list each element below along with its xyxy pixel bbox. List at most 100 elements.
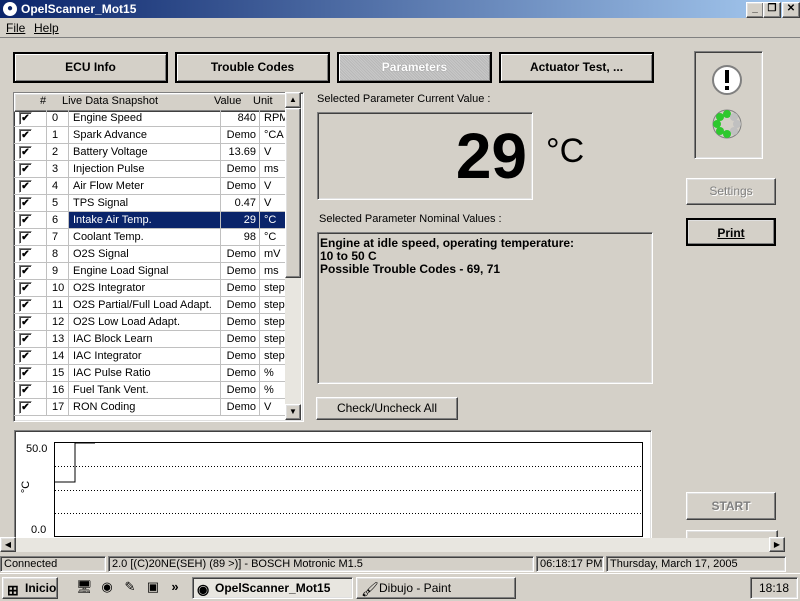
row-checkbox[interactable]: ✔ <box>19 282 32 295</box>
title-bar: ● OpelScanner_Mot15 _ ❐ ✕ <box>0 0 800 18</box>
row-number: 2 <box>47 144 69 160</box>
browser-icon[interactable]: ◉ <box>99 579 115 595</box>
table-scrollbar[interactable]: ▲ ▼ <box>285 92 301 420</box>
menu-file[interactable]: File <box>6 21 25 35</box>
table-row[interactable]: ✔ 14IAC IntegratorDemosteps <box>14 348 286 365</box>
table-row[interactable]: ✔ 0Engine Speed840RPM <box>14 110 286 127</box>
table-row[interactable]: ✔ 16 Fuel Tank Vent. Demo% <box>14 382 286 399</box>
table-row[interactable]: ✔ 6 Intake Air Temp. 29 °C <box>14 212 286 229</box>
table-row[interactable]: ✔ 17 RON Coding Demo V <box>14 399 286 416</box>
row-name[interactable]: Fuel Tank Vent. <box>69 382 221 398</box>
row-unit: °C <box>260 229 286 245</box>
row-checkbox[interactable]: ✔ <box>19 401 32 414</box>
table-row[interactable]: ✔ 15 IAC Pulse Ratio Demo% <box>14 365 286 382</box>
row-name[interactable]: Coolant Temp. <box>69 229 221 245</box>
row-checkbox[interactable]: ✔ <box>19 197 32 210</box>
table-row[interactable]: ✔ 8 O2S Signal Demo mV <box>14 246 286 263</box>
header-unit[interactable]: Unit <box>250 94 287 109</box>
app-icon[interactable]: ▣ <box>145 579 161 595</box>
app-icon: ◉ <box>197 581 210 597</box>
row-checkbox[interactable]: ✔ <box>19 384 32 397</box>
row-checkbox[interactable]: ✔ <box>19 367 32 380</box>
table-row[interactable]: ✔ 3 Injection Pulse Demo ms <box>14 161 286 178</box>
row-name[interactable]: RON Coding <box>69 399 221 415</box>
row-checkbox[interactable]: ✔ <box>19 146 32 159</box>
header-name[interactable]: Live Data Snapshot <box>59 94 211 109</box>
minimize-button[interactable]: _ <box>746 2 764 18</box>
row-checkbox[interactable]: ✔ <box>19 299 32 312</box>
table-row[interactable]: ✔ 11O2S Partial/Full Load Adapt.Demosteps <box>14 297 286 314</box>
scroll-down-button[interactable]: ▼ <box>285 404 301 420</box>
start-menu-button[interactable]: ⊞ Inicio <box>2 577 58 599</box>
status-ecu: 2.0 [(C)20NE(SEH) (89 >)] - BOSCH Motron… <box>108 556 534 572</box>
row-name[interactable]: IAC Integrator <box>69 348 221 364</box>
scroll-thumb[interactable] <box>285 108 301 278</box>
table-row[interactable]: ✔ 2 Battery Voltage 13.69 V <box>14 144 286 161</box>
row-checkbox[interactable]: ✔ <box>19 316 32 329</box>
task-paint[interactable]: 🖌 Dibujo - Paint <box>356 577 516 599</box>
scroll-left-button[interactable]: ◀ <box>0 537 16 552</box>
row-name[interactable]: Spark Advance <box>69 127 221 143</box>
row-name[interactable]: O2S Partial/Full Load Adapt. <box>69 297 221 313</box>
row-name[interactable]: O2S Low Load Adapt. <box>69 314 221 330</box>
horizontal-scrollbar[interactable]: ◀ ▶ <box>0 537 785 552</box>
row-name[interactable]: Air Flow Meter <box>69 178 221 194</box>
row-name[interactable]: TPS Signal <box>69 195 221 211</box>
row-name[interactable]: O2S Integrator <box>69 280 221 296</box>
header-value[interactable]: Value <box>211 94 250 109</box>
table-row[interactable]: ✔ 4 Air Flow Meter Demo V <box>14 178 286 195</box>
tab-trouble-codes[interactable]: Trouble Codes <box>175 52 330 83</box>
header-num[interactable]: # <box>37 94 59 109</box>
row-name[interactable]: Engine Speed <box>69 110 221 126</box>
row-checkbox[interactable]: ✔ <box>19 180 32 193</box>
row-name[interactable]: IAC Block Learn <box>69 331 221 347</box>
row-checkbox[interactable]: ✔ <box>19 350 32 363</box>
table-row[interactable]: ✔ 9 Engine Load Signal Demo ms <box>14 263 286 280</box>
more-icon[interactable]: » <box>167 579 183 595</box>
nominal-line: Possible Trouble Codes - 69, 71 <box>320 262 501 276</box>
row-checkbox[interactable]: ✔ <box>19 214 32 227</box>
row-name[interactable]: Intake Air Temp. <box>69 212 221 228</box>
table-row[interactable]: ✔ 10O2S IntegratorDemosteps <box>14 280 286 297</box>
restore-button[interactable]: ❐ <box>763 2 781 18</box>
scroll-right-button[interactable]: ▶ <box>769 537 785 552</box>
row-number: 4 <box>47 178 69 194</box>
row-number: 3 <box>47 161 69 177</box>
tab-actuator-test[interactable]: Actuator Test, ... <box>499 52 654 83</box>
settings-button[interactable]: Settings <box>686 178 776 205</box>
paint-icon: 🖌 <box>361 581 379 597</box>
close-button[interactable]: ✕ <box>782 2 800 18</box>
tab-ecu-info[interactable]: ECU Info <box>13 52 168 83</box>
desktop-icon[interactable]: 🖥 <box>76 579 93 595</box>
table-row[interactable]: ✔ 1 Spark Advance Demo °CA <box>14 127 286 144</box>
current-value-box: 29 <box>317 112 533 200</box>
row-checkbox[interactable]: ✔ <box>19 265 32 278</box>
print-label: Print <box>717 226 745 240</box>
row-checkbox[interactable]: ✔ <box>19 112 32 125</box>
table-row[interactable]: ✔ 5 TPS Signal 0.47 V <box>14 195 286 212</box>
row-checkbox[interactable]: ✔ <box>19 248 32 261</box>
media-icon[interactable]: ✎ <box>122 579 138 595</box>
row-name[interactable]: IAC Pulse Ratio <box>69 365 221 381</box>
row-checkbox[interactable]: ✔ <box>19 163 32 176</box>
row-value: Demo <box>221 331 260 347</box>
row-checkbox[interactable]: ✔ <box>19 129 32 142</box>
start-button[interactable]: START <box>686 492 776 520</box>
row-check-cell: ✔ <box>14 297 47 313</box>
row-name[interactable]: Engine Load Signal <box>69 263 221 279</box>
row-name[interactable]: Injection Pulse <box>69 161 221 177</box>
row-name[interactable]: O2S Signal <box>69 246 221 262</box>
menu-help[interactable]: Help <box>34 21 59 35</box>
row-checkbox[interactable]: ✔ <box>19 333 32 346</box>
row-name[interactable]: Battery Voltage <box>69 144 221 160</box>
table-row[interactable]: ✔ 7 Coolant Temp. 98 °C <box>14 229 286 246</box>
table-row[interactable]: ✔ 12O2S Low Load Adapt.Demosteps <box>14 314 286 331</box>
check-uncheck-all-button[interactable]: Check/Uncheck All <box>316 397 458 420</box>
scroll-up-button[interactable]: ▲ <box>285 92 301 108</box>
task-opelscanner[interactable]: ◉ OpelScanner_Mot15 <box>192 577 353 599</box>
row-checkbox[interactable]: ✔ <box>19 231 32 244</box>
tab-parameters[interactable]: Parameters <box>337 52 492 83</box>
print-button[interactable]: Print <box>686 218 776 246</box>
table-row[interactable]: ✔ 13IAC Block LearnDemosteps <box>14 331 286 348</box>
row-value: Demo <box>221 382 260 398</box>
